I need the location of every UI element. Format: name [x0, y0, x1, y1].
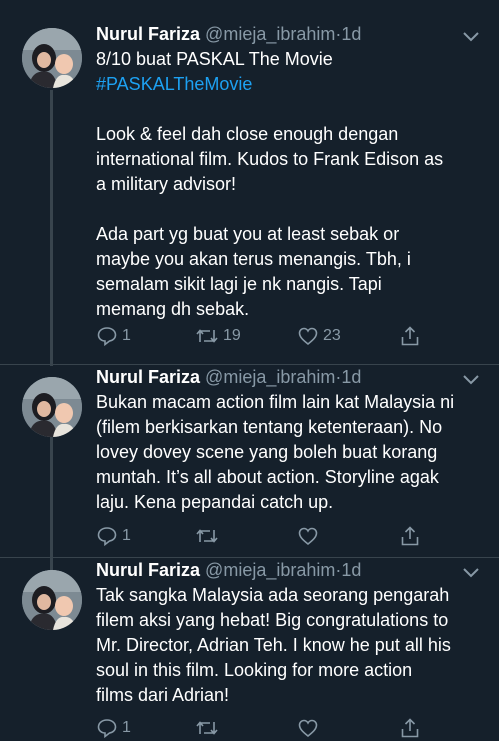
like-button[interactable]: 23	[297, 323, 341, 349]
user-handle[interactable]: @mieja_ibrahim	[205, 24, 335, 44]
like-icon	[298, 527, 318, 546]
tweet-line: international film. Kudos to Frank Ediso…	[96, 149, 444, 169]
tweet-header: Nurul Fariza @mieja_ibrahim·1d	[96, 558, 466, 582]
reply-icon	[97, 719, 117, 739]
reply-icon	[97, 527, 117, 547]
share-button[interactable]	[399, 523, 421, 549]
avatar[interactable]	[22, 28, 82, 88]
reply-button[interactable]: 1	[96, 323, 131, 349]
tweet-line: memang dh sebak.	[96, 299, 250, 319]
like-button[interactable]	[297, 715, 323, 741]
tweet-text: 8/10 buat PASKAL The Movie #PASKALTheMov…	[96, 47, 488, 322]
tweet[interactable]: Nurul Fariza @mieja_ibrahim·1d 8/10 buat…	[0, 0, 499, 364]
display-name[interactable]: Nurul Fariza	[96, 367, 200, 387]
avatar[interactable]	[22, 377, 82, 437]
chevron-down-icon[interactable]	[461, 30, 481, 44]
tweet-line: muntah. It’s all about action. Storyline…	[96, 467, 439, 487]
reply-count: 1	[122, 327, 131, 344]
tweet-line: a military advisor!	[96, 174, 237, 194]
retweet-icon	[196, 529, 218, 543]
share-button[interactable]	[399, 715, 421, 741]
tweet-line: soul in this film. Looking for more acti…	[96, 660, 413, 680]
tweet-line: laju. Kena pepandai catch up.	[96, 492, 334, 512]
chevron-down-icon[interactable]	[461, 566, 481, 580]
tweet-line: Look & feel dah close enough dengan	[96, 124, 399, 144]
share-icon	[401, 326, 419, 346]
retweet-icon	[196, 721, 218, 735]
reply-count: 1	[122, 527, 131, 544]
retweet-button[interactable]: 19	[195, 323, 241, 349]
tweet-line: semalam sikit lagi je nk nangis. Tapi	[96, 274, 382, 294]
tweet-line: Bukan macam action film lain kat Malaysi…	[96, 392, 455, 412]
tweet-text: Bukan macam action film lain kat Malaysi…	[96, 390, 488, 515]
retweet-button[interactable]	[195, 715, 223, 741]
retweet-count: 19	[223, 327, 241, 344]
tweet-age[interactable]: 1d	[341, 560, 361, 580]
tweet-age[interactable]: 1d	[341, 24, 361, 44]
tweet[interactable]: Nurul Fariza @mieja_ibrahim·1d Bukan mac…	[0, 365, 499, 557]
tweet-line: 8/10 buat PASKAL The Movie	[96, 49, 333, 69]
tweet-line: filem aksi yang hebat! Big congratulatio…	[96, 610, 449, 630]
reply-icon	[97, 327, 117, 347]
tweet-actions: 1 19 23	[96, 323, 426, 349]
display-name[interactable]: Nurul Fariza	[96, 560, 200, 580]
tweet-line: lovey dovey scene yang boleh buat korang	[96, 442, 438, 462]
tweet-line: maybe you akan terus menangis. Tbh, i	[96, 249, 411, 269]
user-handle[interactable]: @mieja_ibrahim	[205, 367, 335, 387]
share-icon	[401, 718, 419, 738]
like-icon	[298, 327, 318, 346]
reply-button[interactable]: 1	[96, 523, 131, 549]
tweet-actions: 1	[96, 715, 426, 741]
like-count: 23	[323, 327, 341, 344]
tweet-actions: 1	[96, 523, 426, 549]
tweet-header: Nurul Fariza @mieja_ibrahim·1d	[96, 22, 466, 46]
user-handle[interactable]: @mieja_ibrahim	[205, 560, 335, 580]
reply-count: 1	[122, 719, 131, 736]
share-button[interactable]	[399, 323, 421, 349]
reply-button[interactable]: 1	[96, 715, 131, 741]
tweet-line: Ada part yg buat you at least sebak or	[96, 224, 400, 244]
retweet-button[interactable]	[195, 523, 223, 549]
like-button[interactable]	[297, 523, 323, 549]
tweet-line: (filem berkisarkan tentang ketenteraan).…	[96, 417, 443, 437]
tweet[interactable]: Nurul Fariza @mieja_ibrahim·1d Tak sangk…	[0, 558, 499, 741]
like-icon	[298, 719, 318, 738]
tweet-line: films dari Adrian!	[96, 685, 230, 705]
hashtag-link[interactable]: #PASKALTheMovie	[96, 72, 488, 97]
avatar[interactable]	[22, 570, 82, 630]
retweet-icon	[196, 329, 218, 343]
tweet-line: Mr. Director, Adrian Teh. I know he put …	[96, 635, 451, 655]
display-name[interactable]: Nurul Fariza	[96, 24, 200, 44]
share-icon	[401, 526, 419, 546]
tweet-header: Nurul Fariza @mieja_ibrahim·1d	[96, 365, 466, 389]
tweet-age[interactable]: 1d	[341, 367, 361, 387]
tweet-line: Tak sangka Malaysia ada seorang pengarah	[96, 585, 450, 605]
chevron-down-icon[interactable]	[461, 373, 481, 387]
tweet-text: Tak sangka Malaysia ada seorang pengarah…	[96, 583, 488, 708]
timeline: Nurul Fariza @mieja_ibrahim·1d 8/10 buat…	[0, 0, 499, 741]
